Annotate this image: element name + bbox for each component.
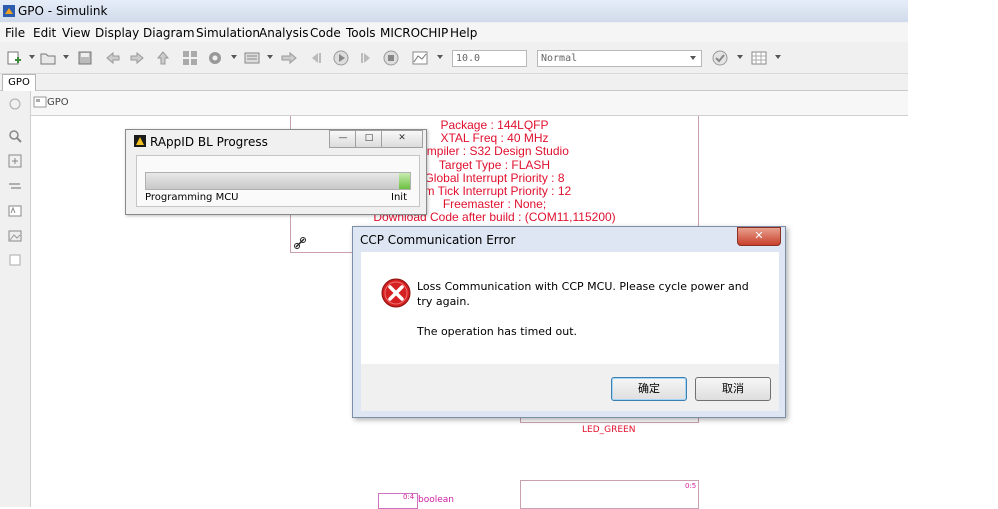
arrows-icon[interactable] xyxy=(8,179,22,193)
progress-state: Init xyxy=(391,192,407,203)
error-dialog-title: CCP Communication Error xyxy=(360,233,516,247)
error-message: Loss Communication with CCP MCU. Please … xyxy=(417,280,749,308)
explorer-dropdown-icon[interactable] xyxy=(267,55,273,59)
save-icon[interactable] xyxy=(77,50,93,66)
menu-display[interactable]: Display xyxy=(95,26,139,40)
dialog-body: Loss Communication with CCP MCU. Please … xyxy=(361,252,779,364)
model-explorer-icon[interactable] xyxy=(244,50,260,66)
data-grid-icon[interactable] xyxy=(751,50,767,66)
advisor-dropdown-icon[interactable] xyxy=(737,55,743,59)
step-back-icon[interactable] xyxy=(308,50,324,66)
fit-to-view-icon[interactable] xyxy=(8,154,22,168)
back-arrow-icon[interactable] xyxy=(105,50,121,66)
lower-subsystem-block[interactable] xyxy=(520,480,699,509)
menu-bar: File Edit View Display Diagram Simulatio… xyxy=(0,23,908,42)
title-bar: GPO - Simulink xyxy=(0,0,908,22)
simulink-app-icon xyxy=(3,5,15,17)
menu-view[interactable]: View xyxy=(62,26,90,40)
ok-button[interactable]: 确定 xyxy=(611,377,687,401)
link-icon xyxy=(294,237,306,249)
dialog-close-button[interactable]: ✕ xyxy=(737,227,781,246)
boolean-port-label: 0:4 xyxy=(403,493,415,501)
cancel-button[interactable]: 取消 xyxy=(695,377,771,401)
left-palette xyxy=(0,91,31,507)
model-icon xyxy=(33,96,47,108)
up-arrow-icon[interactable] xyxy=(155,50,171,66)
model-advisor-check-icon[interactable] xyxy=(712,50,728,66)
hide-browser-icon[interactable] xyxy=(8,97,22,111)
open-folder-icon[interactable] xyxy=(40,50,56,66)
close-button[interactable]: ✕ xyxy=(381,130,423,148)
menu-analysis[interactable]: Analysis xyxy=(259,26,308,40)
library-browser-icon[interactable] xyxy=(182,50,198,66)
simulation-mode-select[interactable]: Normal xyxy=(537,50,702,67)
scope-dropdown-icon[interactable] xyxy=(437,55,443,59)
menu-diagram[interactable]: Diagram xyxy=(143,26,195,40)
forward-arrow-icon[interactable] xyxy=(129,50,145,66)
error-icon xyxy=(381,278,411,308)
rappid-logo-icon xyxy=(134,135,146,147)
error-detail: The operation has timed out. xyxy=(417,325,578,338)
zoom-icon[interactable] xyxy=(8,129,22,143)
led-green-label: LED_GREEN xyxy=(582,425,636,435)
menu-code[interactable]: Code xyxy=(310,26,341,40)
image-icon[interactable] xyxy=(8,229,22,243)
step-forward-icon[interactable] xyxy=(358,50,374,66)
ccp-error-dialog: CCP Communication Error ✕ Loss Communica… xyxy=(352,226,786,418)
restore-button[interactable]: □ xyxy=(355,130,383,148)
menu-edit[interactable]: Edit xyxy=(33,26,56,40)
breadcrumb-model[interactable]: GPO xyxy=(47,97,69,108)
grid-dropdown-icon[interactable] xyxy=(775,55,781,59)
settings-dropdown-icon[interactable] xyxy=(231,55,237,59)
area-icon[interactable] xyxy=(8,253,22,267)
toolbar: 10.0 Normal xyxy=(0,43,908,74)
tab-strip xyxy=(0,74,908,91)
menu-tools[interactable]: Tools xyxy=(346,26,376,40)
progress-status: Programming MCU xyxy=(145,192,239,203)
window-title: GPO - Simulink xyxy=(18,4,108,18)
menu-simulation[interactable]: Simulation xyxy=(196,26,260,40)
open-dropdown-icon[interactable] xyxy=(63,55,69,59)
scope-icon[interactable] xyxy=(412,50,428,66)
settings-gear-icon[interactable] xyxy=(207,50,223,66)
new-model-icon[interactable] xyxy=(6,50,22,66)
rappid-progress-window: RAppID BL Progress — □ ✕ Programming MCU… xyxy=(125,129,427,215)
minimize-button[interactable]: — xyxy=(329,130,357,148)
run-icon[interactable] xyxy=(333,50,349,66)
new-model-dropdown-icon[interactable] xyxy=(29,55,35,59)
stop-time-input[interactable]: 10.0 xyxy=(452,50,527,67)
progress-window-title: RAppID BL Progress xyxy=(150,135,268,149)
build-arrow-icon[interactable] xyxy=(281,50,297,66)
boolean-signal-label: boolean xyxy=(418,495,454,505)
annotation-icon[interactable] xyxy=(8,204,22,218)
progress-panel: Programming MCU Init xyxy=(136,155,420,207)
dialog-footer: 确定 取消 xyxy=(361,364,779,411)
stop-icon[interactable] xyxy=(383,50,399,66)
lower-port-label: 0:5 xyxy=(685,482,697,490)
breadcrumb xyxy=(31,91,908,116)
menu-help[interactable]: Help xyxy=(450,26,477,40)
progress-bar-fill xyxy=(399,173,410,189)
menu-file[interactable]: File xyxy=(5,26,25,40)
tab-gpo[interactable]: GPO xyxy=(2,74,36,91)
menu-microchip[interactable]: MICROCHIP xyxy=(380,26,448,40)
sim-mode-chevron-down-icon[interactable] xyxy=(690,56,696,60)
progress-bar xyxy=(145,172,411,190)
